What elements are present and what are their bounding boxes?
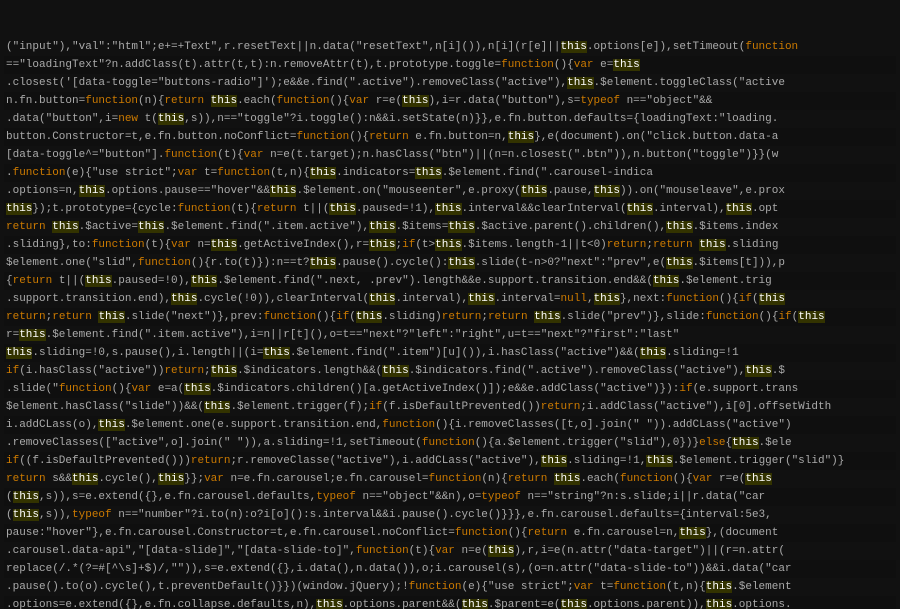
code-line: button.Constructor=t,e.fn.button.noConfl… xyxy=(4,128,896,146)
code-line: if(i.hasClass("active"))return;this.$ind… xyxy=(4,362,896,380)
code-line: .pause().to(o).cycle(),t.preventDefault(… xyxy=(4,578,896,596)
code-line: $element.one("slid",function(){r.to(t)})… xyxy=(4,254,896,272)
code-line: .data("button",i=new t(this,s)),n=="togg… xyxy=(4,110,896,128)
code-line: (this,s)),typeof n=="number"?i.to(n):o?i… xyxy=(4,506,896,524)
code-line: {return t||(this.paused=!0),this.$elemen… xyxy=(4,272,896,290)
code-editor: ("input"),"val":"html";e+=+Text",r.reset… xyxy=(0,0,900,609)
code-line: [data-toggle^="button"].function(t){var … xyxy=(4,146,896,164)
code-line: return s&&this.cycle(),this}};var n=e.fn… xyxy=(4,470,896,488)
code-line: .options=e.extend({},e.fn.collapse.defau… xyxy=(4,596,896,609)
code-line: this.sliding=!0,s.pause(),i.length||(i=t… xyxy=(4,344,896,362)
code-line: .support.transition.end),this.cycle(!0))… xyxy=(4,290,896,308)
code-line: return;return this.slide("next")},prev:f… xyxy=(4,308,896,326)
code-line: .options=n,this.options.pause=="hover"&&… xyxy=(4,182,896,200)
code-lines[interactable]: ("input"),"val":"html";e+=+Text",r.reset… xyxy=(0,0,900,609)
code-line: =="loadingText"?n.addClass(t).attr(t,t):… xyxy=(4,56,896,74)
code-line: (this,s)),s=e.extend({},e.fn.carousel.de… xyxy=(4,488,896,506)
code-line: pause:"hover"},e.fn.carousel.Constructor… xyxy=(4,524,896,542)
code-line: .slide("function(){var e=a(this.$indicat… xyxy=(4,380,896,398)
code-line: this});t.prototype={cycle:function(t){re… xyxy=(4,200,896,218)
code-line: n.fn.button=function(n){return this.each… xyxy=(4,92,896,110)
code-line: .function(e){"use strict";var t=function… xyxy=(4,164,896,182)
code-line: return this.$active=this.$element.find("… xyxy=(4,218,896,236)
code-line: .removeClasses(["active",o].join(" ")),a… xyxy=(4,434,896,452)
code-line: ("input"),"val":"html";e+=+Text",r.reset… xyxy=(4,38,896,56)
code-line: .closest('[data-toggle="buttons-radio"]'… xyxy=(4,74,896,92)
code-line: $element.hasClass("slide"))&&(this.$elem… xyxy=(4,398,896,416)
code-line: replace(/.*(?=#[^\s]+$)/,"")),s=e.extend… xyxy=(4,560,896,578)
code-line: r=this.$element.find(".item.active"),i=n… xyxy=(4,326,896,344)
code-line: if((f.isDefaultPrevented()))return;r.rem… xyxy=(4,452,896,470)
code-line: i.addCLass(o),this.$element.one(e.suppor… xyxy=(4,416,896,434)
code-line: .carousel.data-api","[data-slide]","[dat… xyxy=(4,542,896,560)
code-line: .sliding},to:function(t){var n=this.getA… xyxy=(4,236,896,254)
